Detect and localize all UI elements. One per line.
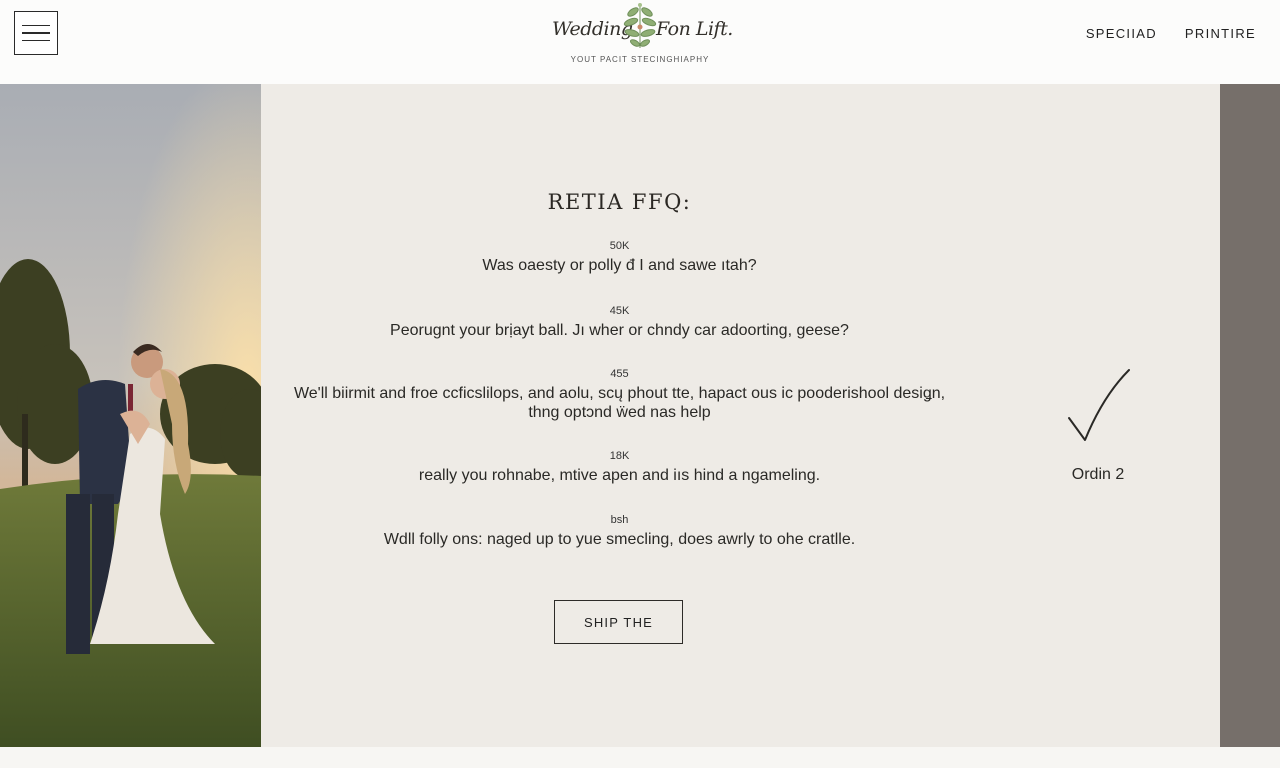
faq-question: We'll biirmit and froe ccficslilops, and… [293, 385, 946, 421]
faq-count: bsh [610, 514, 629, 526]
right-side-strip [1220, 84, 1280, 747]
faq-item[interactable]: 455 We'll biirmit and froe ccficslilops,… [261, 368, 978, 422]
side-badge-label: Ordin 2 [1071, 466, 1125, 483]
faq-item[interactable]: 50K Was oaesty or polly đ I and sawe ıta… [261, 240, 978, 275]
top-nav: SPECIIAD PRINTIRE [1086, 26, 1256, 41]
faq-question: Peorugnt your brịayt ball. Jı wher or ch… [390, 322, 849, 339]
faq-panel: RETIA FFQ: 50K Was oaesty or polly đ I a… [261, 84, 1220, 747]
checkmark-icon [1068, 369, 1130, 441]
faq-question: Was oaesty or polly đ I and sawe ıtah? [482, 257, 757, 274]
hamburger-menu-button[interactable] [14, 11, 58, 55]
faq-item[interactable]: bsh Wdll folly ons: naged up to yue smec… [261, 514, 978, 549]
site-header: Wedding Fon Lift. YOUT PACIT STECINGHIAP… [0, 0, 1280, 85]
logo-tagline: YOUT PACIT STECINGHIAPHY [570, 55, 710, 64]
faq-title: RETIA FFQ: [547, 190, 692, 214]
hamburger-menu-icon [22, 24, 50, 27]
nav-link-2[interactable]: PRINTIRE [1185, 26, 1256, 41]
site-logo[interactable]: Wedding Fon Lift. YOUT PACIT STECINGHIAP… [540, 0, 740, 84]
faq-question: really you rohnabe, mtive apen and iıs h… [418, 467, 821, 484]
nav-link-1[interactable]: SPECIIAD [1086, 26, 1157, 41]
couple-photo [0, 84, 261, 747]
faq-count: 455 [610, 368, 629, 380]
faq-count: 50K [609, 240, 630, 252]
footer-band [0, 747, 1280, 768]
faq-item[interactable]: 18K really you rohnabe, mtive apen and i… [261, 450, 978, 485]
faq-question: Wdll folly ons: naged up to yue smecling… [383, 531, 856, 548]
couple-photo-illustration [0, 84, 261, 747]
faq-item[interactable]: 45K Peorugnt your brịayt ball. Jı wher o… [261, 305, 978, 340]
logo-text-right: Fon Lift. [656, 18, 733, 40]
faq-count: 45K [609, 305, 630, 317]
cta-button[interactable]: SHIP THE [554, 600, 683, 644]
faq-count: 18K [609, 450, 630, 462]
